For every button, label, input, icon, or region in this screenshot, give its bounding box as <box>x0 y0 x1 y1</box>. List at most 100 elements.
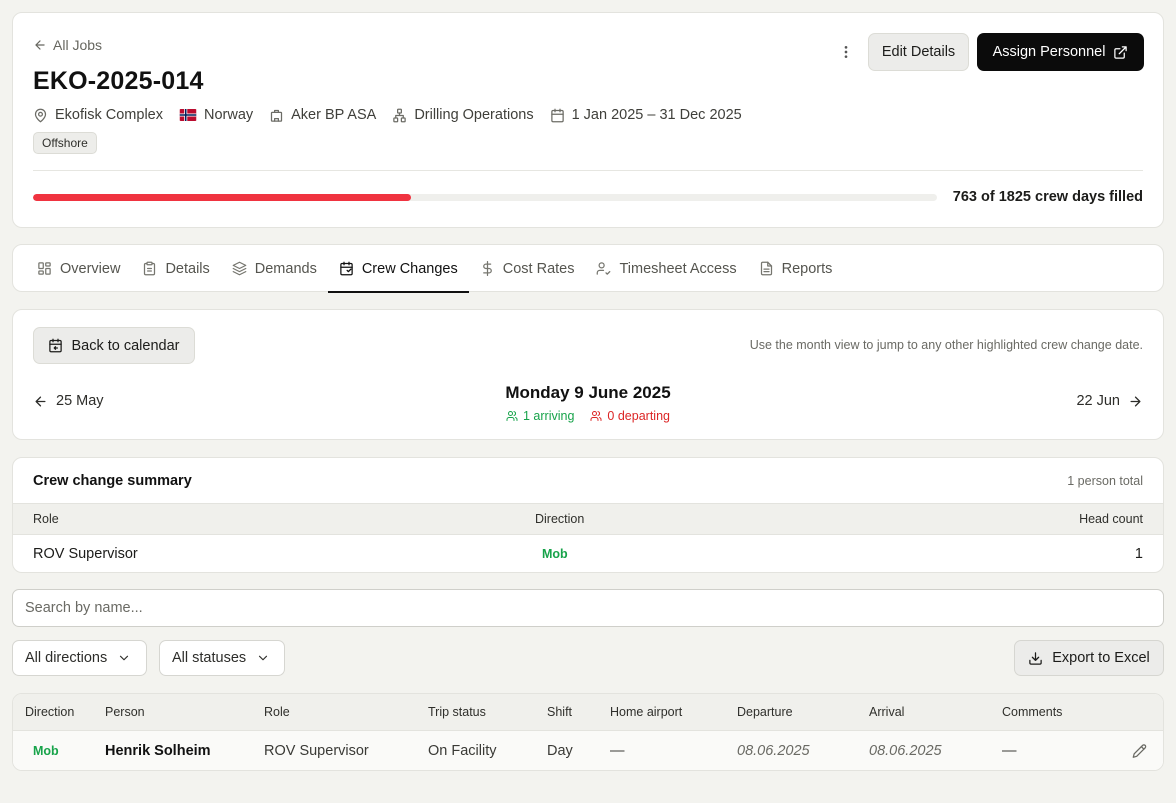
crew-days-progress-fill <box>33 194 411 201</box>
tab-overview[interactable]: Overview <box>26 245 131 292</box>
next-date-button[interactable]: 22 Jun <box>1076 393 1143 409</box>
meta-country: Norway <box>179 107 253 123</box>
col-direction: Direction <box>25 705 75 719</box>
crew-days-progress-bar <box>33 194 937 201</box>
col-head-count: Head count <box>1079 512 1143 526</box>
layers-icon <box>232 261 247 276</box>
building-icon <box>271 109 283 122</box>
users-icon <box>590 411 602 421</box>
client-text: Aker BP ASA <box>291 107 377 123</box>
download-icon <box>1029 651 1042 665</box>
row-person[interactable]: Henrik Solheim <box>105 743 211 759</box>
more-vertical-icon <box>844 46 848 58</box>
assign-personnel-button[interactable]: Assign Personnel <box>977 33 1144 71</box>
dollar-icon <box>482 261 492 276</box>
back-to-calendar-button[interactable]: Back to calendar <box>33 327 195 364</box>
current-date-block: Monday 9 June 2025 1 arriving 0 departin… <box>13 383 1163 423</box>
edit-row-button[interactable] <box>1132 744 1147 759</box>
job-tabs: Overview Details Demands Crew Changes Co… <box>12 244 1164 293</box>
all-jobs-label: All Jobs <box>53 37 103 53</box>
tab-details-label: Details <box>165 260 210 277</box>
location-text: Ekofisk Complex <box>55 107 163 123</box>
clipboard-icon <box>144 261 156 276</box>
col-departure: Departure <box>737 705 793 719</box>
summary-table-header: Role Direction Head count <box>13 503 1163 535</box>
row-shift: Day <box>547 743 573 759</box>
col-person: Person <box>105 705 145 719</box>
row-role: ROV Supervisor <box>264 743 369 759</box>
tab-details[interactable]: Details <box>131 245 220 292</box>
file-text-icon <box>760 261 772 276</box>
calendar-icon <box>340 261 353 276</box>
header-divider <box>33 170 1143 171</box>
meta-location: Ekofisk Complex <box>33 107 163 123</box>
meta-department: Drilling Operations <box>392 107 534 123</box>
search-input[interactable] <box>12 589 1164 627</box>
row-comments: — <box>1002 743 1017 759</box>
external-link-icon <box>1114 45 1128 59</box>
summary-title: Crew change summary <box>33 473 192 489</box>
summary-role: ROV Supervisor <box>33 546 138 562</box>
tab-cost-rates-label: Cost Rates <box>502 260 575 277</box>
country-text: Norway <box>203 107 254 123</box>
col-role: Role <box>33 512 59 526</box>
crew-change-summary-card: Crew change summary 1 person total Role … <box>12 457 1164 573</box>
tab-reports-label: Reports <box>781 260 833 277</box>
assign-personnel-label: Assign Personnel <box>992 44 1106 60</box>
tab-timesheet-access[interactable]: Timesheet Access <box>585 245 747 292</box>
meta-client: Aker BP ASA <box>269 107 376 123</box>
col-shift: Shift <box>547 705 573 719</box>
edit-details-button[interactable]: Edit Details <box>868 33 969 71</box>
summary-head-count: 1 <box>1134 546 1143 562</box>
row-home-airport: — <box>610 743 625 759</box>
month-view-hint: Use the month view to jump to any other … <box>749 338 1143 352</box>
status-filter[interactable]: All statuses <box>159 640 285 676</box>
map-pin-icon <box>34 108 47 122</box>
direction-filter-value: All directions <box>25 650 108 666</box>
row-direction: Mob <box>33 744 59 758</box>
chevron-down-icon <box>259 655 268 661</box>
tab-crew-changes-label: Crew Changes <box>361 260 458 277</box>
summary-row: ROV Supervisor Mob 1 <box>13 535 1163 572</box>
current-date-title: Monday 9 June 2025 <box>505 383 671 402</box>
direction-filter[interactable]: All directions <box>12 640 147 676</box>
col-trip-status: Trip status <box>428 705 486 719</box>
page-title: EKO-2025-014 <box>33 67 204 95</box>
pencil-icon <box>1132 744 1147 758</box>
row-arrival: 08.06.2025 <box>869 743 942 759</box>
tab-timesheet-access-label: Timesheet Access <box>619 260 737 277</box>
offshore-badge: Offshore <box>33 132 97 154</box>
summary-total: 1 person total <box>1067 474 1143 488</box>
row-trip-status: On Facility <box>428 743 497 759</box>
next-date-label: 22 Jun <box>1076 393 1120 409</box>
crew-days-progress-text: 763 of 1825 crew days filled <box>952 189 1143 205</box>
tab-crew-changes[interactable]: Crew Changes <box>327 245 469 293</box>
arrow-left-icon <box>35 40 45 50</box>
col-home-airport: Home airport <box>610 705 683 719</box>
user-check-icon <box>597 262 611 275</box>
export-excel-label: Export to Excel <box>1052 650 1150 666</box>
job-meta: Ekofisk Complex Norway Aker BP ASA Drill… <box>33 107 742 123</box>
chevron-down-icon <box>120 655 129 661</box>
departing-count: 0 departing <box>590 409 670 423</box>
tab-reports[interactable]: Reports <box>748 245 844 292</box>
arriving-count: 1 arriving <box>506 409 574 423</box>
departing-text: 0 departing <box>607 409 670 423</box>
org-chart-icon <box>393 108 407 122</box>
all-jobs-link[interactable]: All Jobs <box>33 37 102 53</box>
col-role: Role <box>264 705 290 719</box>
more-options-button[interactable] <box>835 41 857 63</box>
summary-direction: Mob <box>542 547 568 561</box>
table-row[interactable]: Mob Henrik Solheim ROV Supervisor On Fac… <box>13 731 1163 770</box>
department-text: Drilling Operations <box>414 107 534 123</box>
date-range-text: 1 Jan 2025 – 31 Dec 2025 <box>571 107 742 123</box>
dashboard-icon <box>38 262 51 275</box>
col-comments: Comments <box>1002 705 1063 719</box>
tab-cost-rates[interactable]: Cost Rates <box>469 245 586 292</box>
job-header-card: All Jobs EKO-2025-014 Ekofisk Complex No… <box>12 12 1164 228</box>
tab-demands[interactable]: Demands <box>221 245 328 292</box>
tab-overview-label: Overview <box>60 260 121 277</box>
export-excel-button[interactable]: Export to Excel <box>1014 640 1164 676</box>
arrow-right-icon <box>1130 396 1141 406</box>
back-to-calendar-label: Back to calendar <box>71 337 180 354</box>
